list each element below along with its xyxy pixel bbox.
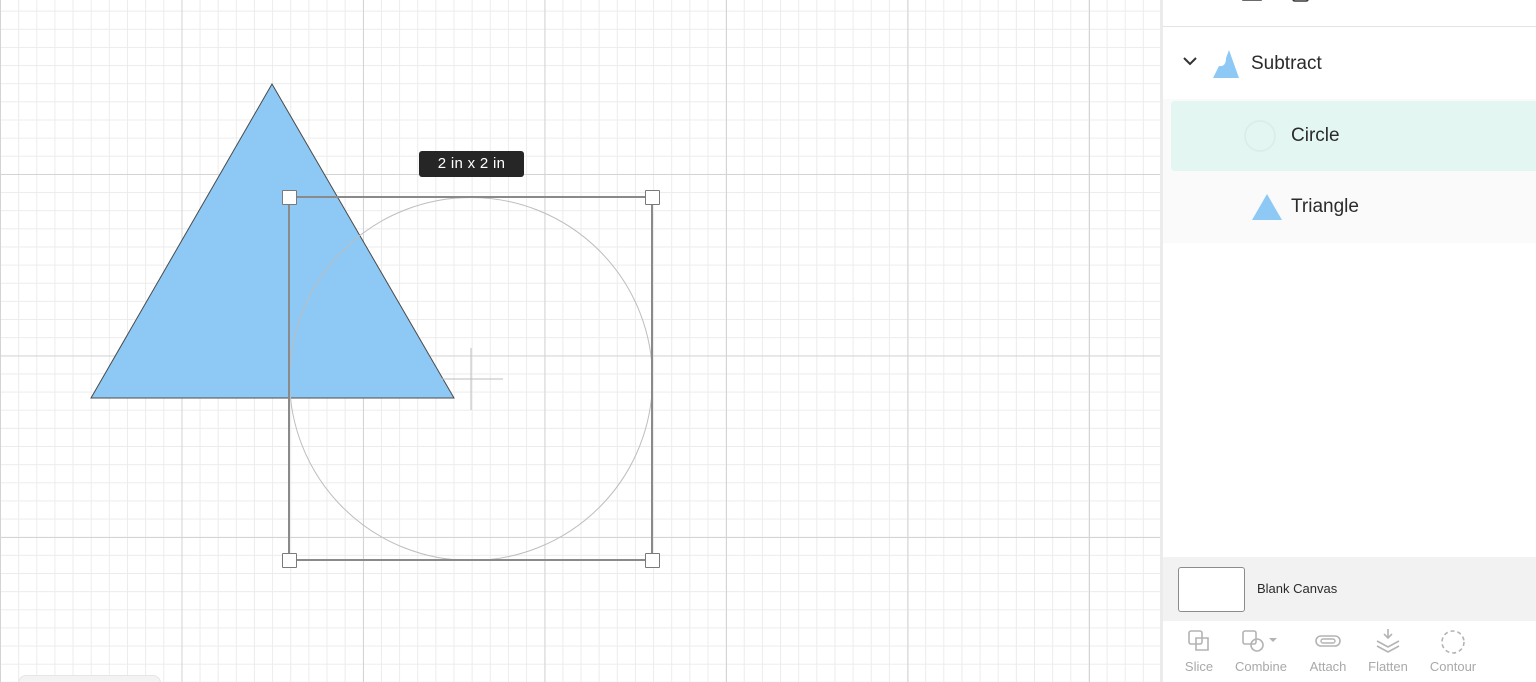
blank-canvas-thumbnail[interactable]: [1178, 567, 1245, 612]
combine-icon: [1242, 630, 1277, 652]
blank-canvas-label: Blank Canvas: [1257, 581, 1338, 596]
flatten-icon: [1376, 629, 1400, 653]
resize-handle-bottom-left[interactable]: [282, 553, 297, 568]
slice-label: Slice: [1184, 659, 1214, 674]
flatten-label: Flatten: [1368, 659, 1408, 674]
canvas[interactable]: 2 in x 2 in: [0, 0, 1160, 682]
layer-actions-bar: Slice Combine Attach Flatten Contour: [1163, 622, 1536, 682]
layers-panel: Subtract Circle Triangle Blank Canvas Sl…: [1163, 0, 1536, 682]
blank-canvas-row[interactable]: Blank Canvas: [1163, 557, 1536, 621]
triangle-shape[interactable]: [90, 83, 455, 399]
circle-outline-icon: [1244, 120, 1276, 152]
layer-row-circle[interactable]: Circle: [1171, 101, 1536, 171]
layer-label-triangle: Triangle: [1291, 196, 1359, 217]
attach-button[interactable]: Attach: [1295, 622, 1361, 682]
attach-label: Attach: [1309, 659, 1347, 674]
layers-toolbar: [1163, 0, 1536, 27]
combine-label: Combine: [1234, 659, 1288, 674]
layer-row-triangle[interactable]: Triangle: [1163, 172, 1536, 243]
flatten-button[interactable]: Flatten: [1355, 622, 1421, 682]
slice-icon: [1188, 630, 1209, 651]
layer-group: Subtract Circle Triangle: [1163, 28, 1536, 243]
delete-icon[interactable]: [1290, 0, 1312, 8]
canvas-shapes: [90, 83, 653, 561]
resize-handle-top-left[interactable]: [282, 190, 297, 205]
contour-icon: [1441, 630, 1465, 654]
design-space: 2 in x 2 in Subtract Circle Triangle Bla…: [0, 0, 1536, 682]
combine-button[interactable]: Combine: [1228, 622, 1294, 682]
size-tooltip: 2 in x 2 in: [419, 151, 524, 177]
slice-button[interactable]: Slice: [1166, 622, 1232, 682]
layer-row-subtract[interactable]: Subtract: [1163, 28, 1536, 99]
triangle-icon: [1252, 194, 1282, 220]
duplicate-icon[interactable]: [1241, 0, 1263, 8]
attach-icon: [1315, 635, 1341, 647]
resize-handle-top-right[interactable]: [645, 190, 660, 205]
subtract-shape-icon: [1213, 50, 1239, 78]
group-icon[interactable]: [1188, 0, 1210, 8]
layer-label-circle: Circle: [1291, 125, 1340, 146]
contour-label: Contour: [1429, 659, 1477, 674]
layer-label-subtract: Subtract: [1251, 53, 1322, 74]
canvas-bottom-tab[interactable]: [18, 675, 161, 682]
resize-handle-bottom-right[interactable]: [645, 553, 660, 568]
contour-button[interactable]: Contour: [1420, 622, 1486, 682]
chevron-down-icon[interactable]: [1183, 57, 1197, 66]
